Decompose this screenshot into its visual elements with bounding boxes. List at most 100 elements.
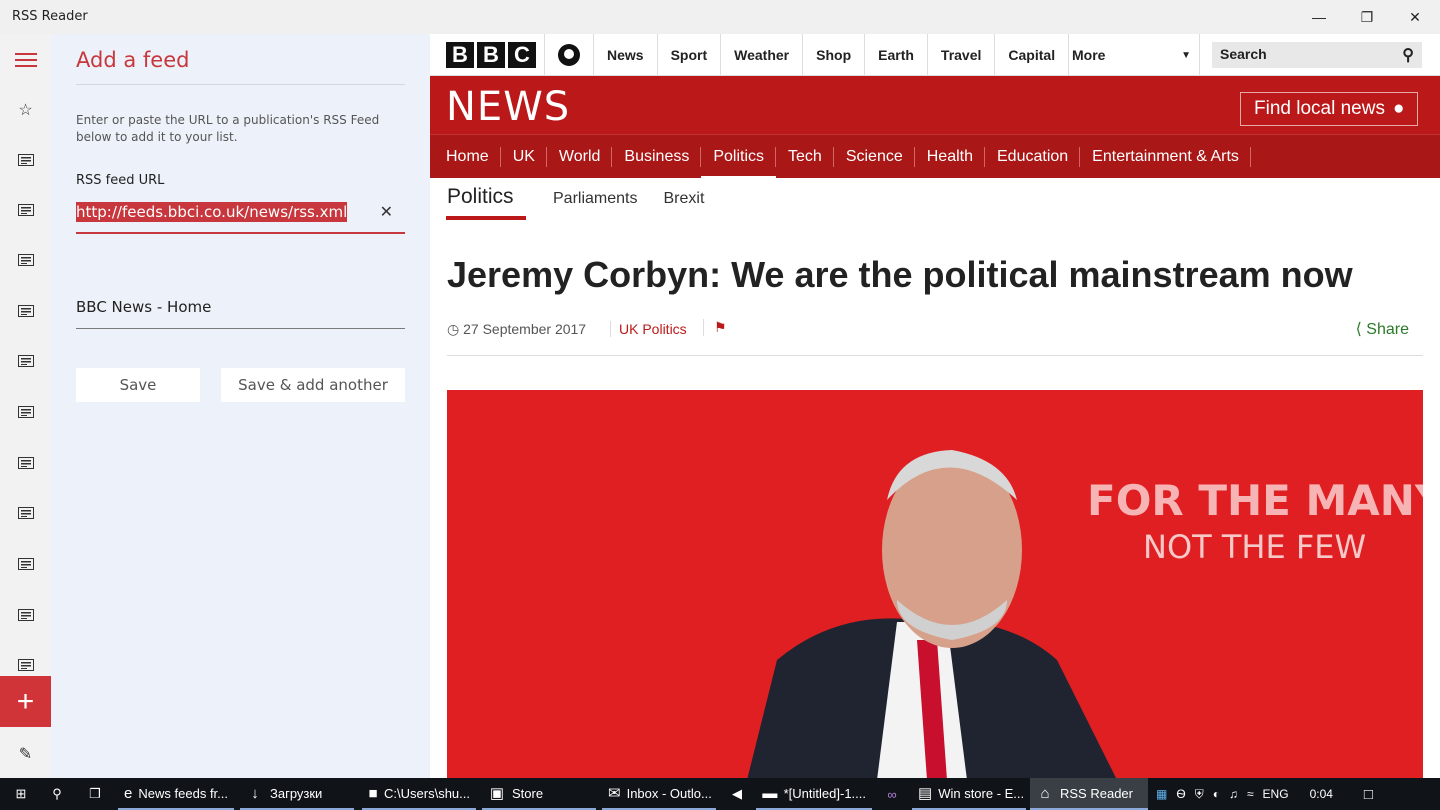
taskbar-app-win-store[interactable]: ▤ Win store - E... — [912, 778, 1026, 810]
language-indicator[interactable]: ENG — [1263, 787, 1289, 801]
feed-item-2[interactable] — [0, 190, 51, 230]
feed-item-5[interactable] — [0, 341, 51, 381]
section-education[interactable]: Education — [985, 135, 1081, 179]
section-nav: Home UK World Business Politics Tech Sci… — [430, 134, 1440, 179]
rss-icon: ⌂ — [1040, 784, 1050, 802]
speaker-icon[interactable]: ♫ — [1229, 787, 1238, 801]
search-taskbar-button[interactable]: ⚲ — [40, 778, 74, 810]
hamburger-icon — [14, 53, 37, 67]
feed-item-1[interactable] — [0, 140, 51, 180]
section-home[interactable]: Home — [434, 135, 501, 179]
share-button[interactable]: ⟨ Share — [1356, 319, 1409, 339]
article-date: ◷ 27 September 2017 — [447, 321, 586, 338]
top-nav-weather[interactable]: Weather — [721, 34, 804, 76]
comment-flag-icon[interactable]: ⚑ — [703, 319, 727, 336]
top-nav-sport[interactable]: Sport — [658, 34, 722, 76]
feed-icon — [17, 204, 34, 216]
notification-icon[interactable]: □ — [1364, 786, 1373, 803]
save-and-add-another-button[interactable]: Save & add another — [221, 368, 405, 402]
top-nav-shop[interactable]: Shop — [803, 34, 866, 76]
news-logo[interactable]: NEWS — [446, 84, 570, 130]
feed-item-8[interactable] — [0, 493, 51, 533]
taskbar-app-store[interactable]: ▣ Store — [482, 778, 596, 810]
close-icon: ✕ — [1409, 8, 1421, 25]
add-feed-button[interactable]: + — [0, 676, 51, 727]
start-button[interactable]: ⊞ — [4, 778, 38, 810]
restore-icon: ❐ — [1360, 8, 1374, 25]
top-nav-travel[interactable]: Travel — [928, 34, 996, 76]
taskbar-app-visual-studio[interactable]: ∞ — [876, 778, 908, 810]
account-button[interactable] — [544, 34, 594, 76]
pencil-icon: ✎ — [18, 746, 33, 763]
wifi-icon[interactable]: ≈ — [1247, 787, 1254, 801]
section-politics[interactable]: Politics — [701, 135, 776, 179]
system-tray: ▦ Ѳ ⛨ ◐ ♫ ≈ ENG 0:04 □ — [1156, 778, 1373, 810]
search-input[interactable]: Search ⚲ — [1212, 42, 1422, 68]
feed-name-field[interactable]: BBC News - Home — [76, 296, 405, 329]
feed-item-3[interactable] — [0, 240, 51, 280]
shield-icon[interactable]: ◐ — [1213, 787, 1220, 801]
security-icon[interactable]: ⛨ — [1195, 787, 1204, 802]
feed-icon — [17, 558, 34, 570]
section-tech[interactable]: Tech — [776, 135, 834, 179]
section-health[interactable]: Health — [915, 135, 986, 179]
sub-nav-parliaments[interactable]: Parliaments — [540, 178, 650, 220]
feed-item-4[interactable] — [0, 291, 51, 331]
taskbar-app-rss-reader[interactable]: ⌂ RSS Reader — [1030, 778, 1148, 810]
share-label: Share — [1366, 321, 1409, 338]
task-view-button[interactable]: ❐ — [78, 778, 112, 810]
clear-icon[interactable]: ✕ — [380, 202, 393, 222]
clock-icon: ◷ — [447, 321, 464, 337]
taskbar-app-edge[interactable]: e News feeds fr... — [118, 778, 234, 810]
taskbar-label: Win store - E... — [938, 785, 1025, 801]
find-local-news-button[interactable]: Find local news ● — [1240, 92, 1419, 126]
minimize-button[interactable]: — — [1296, 0, 1342, 34]
taskbar-app-outlook[interactable]: ✉ Inbox - Outlo... — [602, 778, 716, 810]
restore-button[interactable]: ❐ — [1344, 0, 1390, 34]
panel-description: Enter or paste the URL to a publication'… — [76, 113, 380, 144]
close-button[interactable]: ✕ — [1392, 0, 1438, 34]
feed-item-6[interactable] — [0, 392, 51, 432]
search-icon[interactable]: ⚲ — [1402, 45, 1414, 65]
taskbar-app-media[interactable]: ◀ — [722, 778, 752, 810]
sub-nav-politics[interactable]: Politics — [446, 178, 526, 220]
star-icon: ☆ — [18, 102, 33, 119]
add-feed-panel: Add a feed Enter or paste the URL to a p… — [51, 34, 430, 778]
hero-image: FOR THE MANY NOT THE FEW — [447, 390, 1423, 778]
sub-nav-brexit[interactable]: Brexit — [650, 178, 717, 220]
taskbar: ⊞ ⚲ ❐ e News feeds fr... ↓ Загрузки ■ C:\Us… — [0, 778, 1440, 810]
section-entertainment-arts[interactable]: Entertainment & Arts — [1080, 135, 1251, 179]
taskbar-app-downloads[interactable]: ↓ Загрузки — [240, 778, 354, 810]
visual-studio-icon: ∞ — [887, 786, 897, 802]
feed-item-7[interactable] — [0, 443, 51, 483]
section-business[interactable]: Business — [612, 135, 702, 179]
top-nav-earth[interactable]: Earth — [865, 34, 928, 76]
taskbar-app-explorer[interactable]: ■ C:\Users\shu... — [362, 778, 476, 810]
section-science[interactable]: Science — [834, 135, 915, 179]
windows-icon: ⊞ — [15, 786, 27, 801]
panel-title: Add a feed — [76, 48, 190, 72]
bluetooth-icon[interactable]: Ѳ — [1176, 787, 1185, 801]
rss-url-input[interactable]: http://feeds.bbci.co.uk/news/rss.xml ✕ — [76, 198, 405, 234]
app-title: RSS Reader — [12, 9, 88, 24]
folder-icon: ■ — [368, 784, 378, 802]
topic-link[interactable]: UK Politics — [610, 321, 687, 337]
rss-url-value[interactable]: http://feeds.bbci.co.uk/news/rss.xml — [76, 202, 348, 222]
bbc-article-view: B B C News Sport Weather Shop Earth Trav… — [430, 34, 1440, 778]
feed-icon — [17, 609, 34, 621]
network-app-icon[interactable]: ▦ — [1156, 787, 1167, 801]
hamburger-menu-button[interactable] — [0, 40, 51, 80]
feed-item-10[interactable] — [0, 595, 51, 635]
save-button[interactable]: Save — [76, 368, 200, 402]
more-menu[interactable]: More ▼ — [1060, 34, 1200, 76]
section-uk[interactable]: UK — [501, 135, 548, 179]
taskbar-app-editor[interactable]: ▬ *[Untitled]-1.... — [756, 778, 872, 810]
section-world[interactable]: World — [547, 135, 613, 179]
top-nav-capital[interactable]: Capital — [995, 34, 1070, 76]
clock[interactable]: 0:04 — [1310, 787, 1333, 801]
bbc-logo[interactable]: B B C — [446, 42, 536, 68]
favorites-button[interactable]: ☆ — [0, 90, 51, 130]
feed-item-9[interactable] — [0, 544, 51, 584]
top-nav-news[interactable]: News — [594, 34, 658, 76]
edit-button[interactable]: ✎ — [0, 734, 51, 774]
